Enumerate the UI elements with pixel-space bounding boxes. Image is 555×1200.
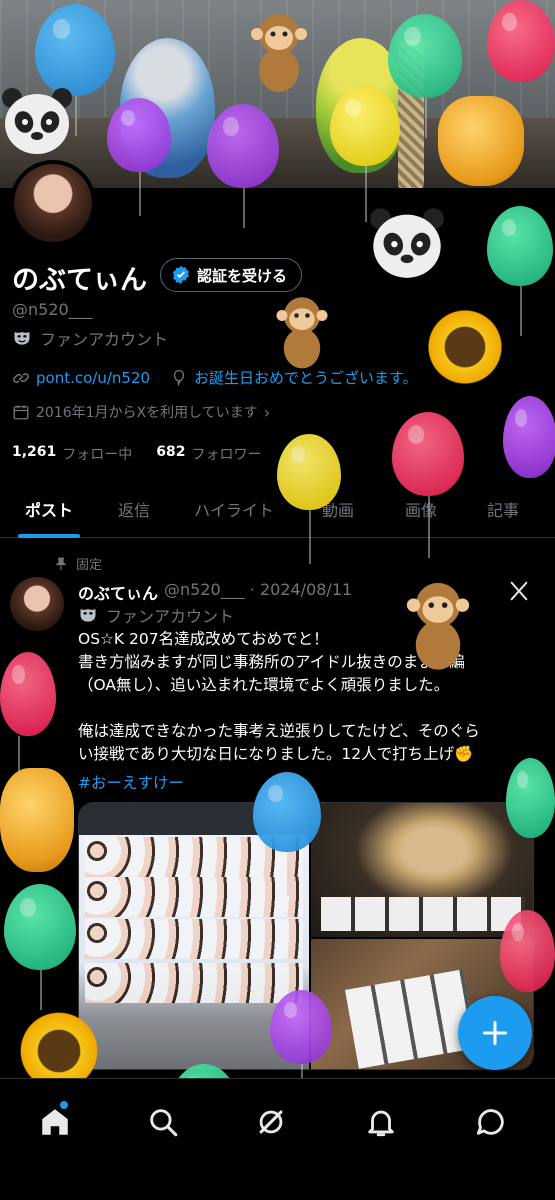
balloon-string: [40, 970, 42, 1010]
tweet-line: [78, 697, 538, 720]
following-label[interactable]: フォロー中: [62, 444, 132, 464]
profile-website-link[interactable]: pont.co/u/n520: [36, 369, 150, 387]
get-verified-button[interactable]: 認証を受ける: [160, 258, 303, 292]
search-icon: [150, 1109, 178, 1137]
follow-stats: 1,261 フォロー中 682 フォロワー: [12, 444, 262, 464]
profile-category: ファンアカウント: [12, 326, 168, 350]
balloon-icon: [173, 369, 185, 386]
join-date[interactable]: 2016年1月からXを利用しています ›: [12, 402, 270, 422]
tweet-hashtag[interactable]: #おーえすけー: [78, 771, 184, 793]
tweet-line: い接戦であり大切な日になりました。12人で打ち上げ✊: [78, 745, 474, 763]
tweet-line: （OA無し）、追い込まれた環境でよく頑張りました。: [78, 676, 450, 694]
mask-icon: [80, 609, 96, 622]
tab-highlights[interactable]: ハイライト: [170, 480, 298, 538]
photo-cards: [344, 969, 478, 1069]
messages-icon: [476, 1109, 504, 1135]
home-notification-dot: [60, 1101, 68, 1109]
tweet-avatar[interactable]: [10, 577, 64, 631]
tab-images[interactable]: 画像: [378, 480, 464, 538]
followers-label[interactable]: フォロワー: [192, 444, 262, 464]
budgie-green-image: [316, 38, 406, 173]
home-icon: [42, 1109, 68, 1135]
profile-name: のぶてぃん: [12, 265, 147, 296]
tweet-author-category: ファンアカウント: [78, 603, 234, 627]
photo-crowd-row: [85, 963, 303, 1003]
tab-videos[interactable]: 動画: [298, 480, 378, 538]
panda-decoration: [370, 208, 444, 278]
profile-handle: @n520___: [12, 300, 93, 319]
tweet-line: 俺は達成できなかった事考え逆張りしてたけど、そのぐら: [78, 722, 480, 740]
tweet-line: 書き方悩みますが同じ事務所のアイドル抜きのまま本編: [78, 653, 465, 671]
tweet-header: のぶてぃん @n520___ · 2024/08/11: [78, 580, 352, 604]
grok-icon[interactable]: [508, 580, 530, 602]
profile-banner[interactable]: [0, 0, 555, 188]
plus-icon: [482, 1020, 508, 1046]
pinned-indicator: 固定: [54, 554, 102, 573]
tab-replies[interactable]: 返信: [98, 480, 170, 538]
tweet-text: OS☆K 207名達成改めておめでと！ 書き方悩みますが同じ事務所のアイドル抜き…: [78, 628, 538, 766]
get-verified-label: 認証を受ける: [197, 266, 288, 285]
photo-cards: [321, 897, 525, 931]
tweet-handle-date[interactable]: @n520___ · 2024/08/11: [164, 580, 352, 604]
tweet-line: OS☆K 207名達成改めておめでと！: [78, 630, 329, 648]
media-group-photo[interactable]: [79, 803, 309, 1069]
balloon-decoration: [0, 652, 56, 736]
photo-crowd-row: [85, 837, 303, 877]
compose-button[interactable]: [458, 996, 532, 1070]
tweet-author-name[interactable]: のぶてぃん: [78, 580, 158, 604]
nav-home[interactable]: [38, 1105, 72, 1139]
budgie-blue-image: [120, 38, 215, 178]
balloon-decoration: [4, 884, 76, 970]
balloon-string: [18, 736, 20, 776]
monkey-decoration: [276, 297, 328, 369]
balloon-string: [520, 286, 522, 336]
profile-avatar[interactable]: [10, 160, 96, 246]
photo-crowd-row: [85, 919, 303, 959]
tab-posts[interactable]: ポスト: [0, 480, 98, 538]
link-icon: [13, 372, 29, 383]
profile-tabs: ポスト 返信 ハイライト 動画 画像 記事: [0, 480, 555, 538]
photo-crowd-row: [85, 877, 303, 917]
banner-rope: [398, 40, 424, 188]
profile-links: pont.co/u/n520 お誕生日おめでとうございます。: [12, 367, 418, 388]
calendar-icon: [13, 405, 29, 420]
notifications-icon: [368, 1110, 394, 1137]
nav-search[interactable]: [146, 1105, 180, 1139]
verified-badge-icon: [173, 265, 189, 285]
nav-grok[interactable]: [254, 1105, 288, 1139]
tweet-category-label: ファンアカウント: [106, 607, 235, 626]
pinned-label: 固定: [76, 558, 103, 573]
pin-icon: [55, 557, 67, 570]
birthday-link[interactable]: お誕生日おめでとうございます。: [194, 367, 418, 388]
followers-count[interactable]: 682: [156, 444, 185, 464]
nav-messages[interactable]: [474, 1105, 508, 1139]
tab-articles[interactable]: 記事: [464, 480, 542, 538]
balloon-string: [243, 188, 245, 228]
balloon-decoration: [487, 206, 553, 286]
join-date-label: 2016年1月からXを利用しています: [36, 405, 258, 421]
balloon-decoration: [503, 396, 555, 478]
sunflower-decoration: [424, 306, 506, 388]
nav-notifications[interactable]: [364, 1105, 398, 1139]
grok-icon: [259, 1110, 283, 1134]
profile-category-label: ファンアカウント: [40, 330, 169, 349]
banner-wall: [0, 0, 555, 120]
mask-icon: [14, 332, 30, 345]
bottom-navigation: [0, 1078, 555, 1200]
media-dinner-photo[interactable]: [311, 803, 533, 937]
chevron-right-icon: ›: [263, 402, 271, 422]
honey-pot-decoration: [0, 768, 74, 872]
following-count[interactable]: 1,261: [12, 444, 56, 464]
